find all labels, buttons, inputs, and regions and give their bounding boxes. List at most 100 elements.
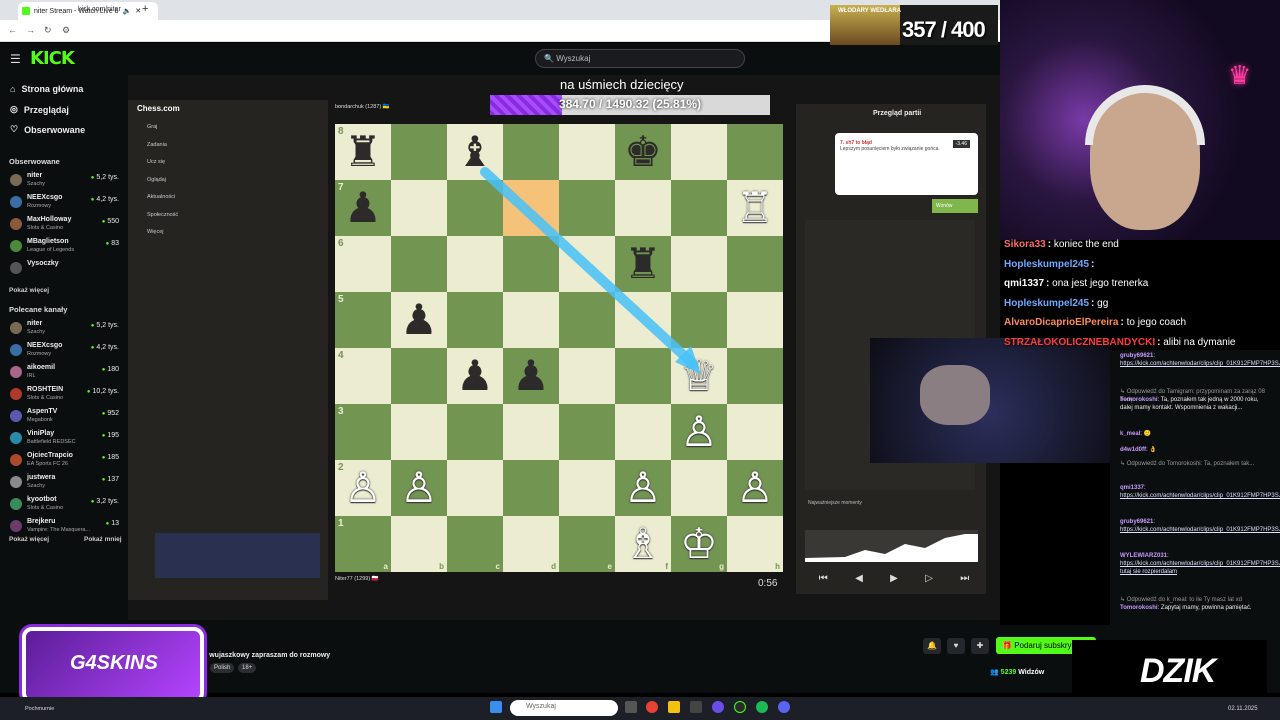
browser-icon[interactable] [712,701,724,713]
square-a3[interactable]: 3 [335,404,391,460]
square-e2[interactable] [559,460,615,516]
square-e7[interactable] [559,180,615,236]
black-piece[interactable]: ♚ [615,124,671,180]
square-c8[interactable]: ♝ [447,124,503,180]
white-piece[interactable]: ♙ [615,460,671,516]
square-c7[interactable] [447,180,503,236]
task-view-icon[interactable] [625,701,637,713]
square-e8[interactable] [559,124,615,180]
site-info-icon[interactable]: ⚙ [62,25,70,36]
black-piece[interactable]: ♜ [615,236,671,292]
square-d8[interactable] [503,124,559,180]
square-c5[interactable] [447,292,503,348]
square-b3[interactable] [391,404,447,460]
square-f7[interactable] [615,180,671,236]
chat-username[interactable]: qmi1337 [1120,485,1144,491]
square-f1[interactable]: f ♗ [615,516,671,572]
bell-icon[interactable]: 🔔 [923,638,941,654]
menu-icon[interactable]: ☰ [10,52,21,66]
search-input[interactable]: 🔍 Wyszukaj [535,49,745,68]
chat-username[interactable]: WYLEWIARZ031 [1120,553,1167,559]
chat-username[interactable]: k_meal [1120,431,1140,437]
square-a4[interactable]: 4 [335,348,391,404]
last-move-icon[interactable]: ⏭ [960,573,969,584]
chat-username[interactable]: Tomorokoshi [1120,397,1158,403]
square-a5[interactable]: 5 [335,292,391,348]
square-b1[interactable]: b [391,516,447,572]
obs-icon[interactable] [734,701,746,713]
gift-icon[interactable]: ✚ [971,638,989,654]
tab-close-icon[interactable]: ✕ [135,7,141,15]
square-f4[interactable] [615,348,671,404]
square-h7[interactable]: ♖ [727,180,783,236]
square-b4[interactable] [391,348,447,404]
windows-start-icon[interactable] [490,701,502,713]
explorer-icon[interactable] [668,701,680,713]
white-piece[interactable]: ♙ [671,404,727,460]
square-f8[interactable]: ♚ [615,124,671,180]
weather-widget[interactable]: Pochmurnie [25,706,54,712]
recommended-channel[interactable]: niter Szachy 5,2 tys. [8,319,123,339]
square-g3[interactable]: ♙ [671,404,727,460]
black-piece[interactable]: ♟ [503,348,559,404]
key-moments-label[interactable]: Najważniejsze momenty [808,500,862,506]
square-h6[interactable] [727,236,783,292]
url-field[interactable]: kick.com/niter [78,6,121,13]
tag-age[interactable]: 18+ [238,663,257,673]
chat-username[interactable]: d4w1d0ff [1120,447,1146,453]
play-icon[interactable]: ▶ [890,573,898,584]
spotify-icon[interactable] [756,701,768,713]
chess-menu-item[interactable]: Oglądaj [147,177,166,183]
black-piece[interactable]: ♟ [447,348,503,404]
black-piece[interactable]: ♜ [335,124,391,180]
square-g2[interactable] [671,460,727,516]
square-d2[interactable] [503,460,559,516]
square-c3[interactable] [447,404,503,460]
square-b5[interactable]: ♟ [391,292,447,348]
square-g8[interactable] [671,124,727,180]
chess-menu-item[interactable]: Społeczność [147,212,178,218]
recommended-channel[interactable]: aikoemil IRL 180 [8,363,123,383]
white-piece[interactable]: ♗ [615,516,671,572]
chess-menu-item[interactable]: Zadania [147,142,167,148]
black-piece[interactable]: ♟ [335,180,391,236]
show-more-recommended[interactable]: Pokaż więcej [9,536,49,543]
square-f2[interactable]: ♙ [615,460,671,516]
tag-language[interactable]: Polish [210,663,235,673]
square-g1[interactable]: g ♔ [671,516,727,572]
square-g4[interactable]: ♕ [671,348,727,404]
chat-link[interactable]: https://kick.com/achtenwlodar/clips/clip… [1120,527,1280,533]
square-a6[interactable]: 6 [335,236,391,292]
chess-board[interactable]: 8 ♜ ♝ ♚ 7 ♟ ♖ 6 ♜ 5 ♟ 4 ♟ ♟ ♕ 3 ♙ 2 ♙ ♙ ♙ ♙ 1 a b c d e f ♗ g ♔ h [335,124,783,572]
follow-heart-icon[interactable]: ♥ [947,638,965,654]
square-g5[interactable] [671,292,727,348]
square-e5[interactable] [559,292,615,348]
square-c6[interactable] [447,236,503,292]
black-piece[interactable]: ♟ [391,292,447,348]
chat-username[interactable]: gruby69621 [1120,353,1153,359]
chrome-icon[interactable] [646,701,658,713]
tab-audio-icon[interactable]: 🔈 [123,7,132,15]
show-more-followed[interactable]: Pokaż więcej [9,287,49,294]
recommended-channel[interactable]: OjciecTrapcio EA Sports FC 26 185 [8,451,123,471]
recommended-channel[interactable]: AspenTV Megabonk 952 [8,407,123,427]
square-g7[interactable] [671,180,727,236]
square-c4[interactable]: ♟ [447,348,503,404]
square-a1[interactable]: 1a [335,516,391,572]
chat-link[interactable]: https://kick.com/achtenwlodar/clips/clip… [1120,561,1280,575]
chess-menu-item[interactable]: Ucz się [147,159,165,165]
square-e3[interactable] [559,404,615,460]
square-e6[interactable] [559,236,615,292]
square-h8[interactable] [727,124,783,180]
chat-username[interactable]: Tomorokoshi [1120,605,1158,611]
recommended-channel[interactable]: kyootbot Slots & Casino 3,2 tys. [8,495,123,515]
square-c1[interactable]: c [447,516,503,572]
first-move-icon[interactable]: ⏮ [819,573,828,584]
followed-channel[interactable]: NEEXcsgo Rozmowy 4,2 tys. [8,193,123,213]
square-b6[interactable] [391,236,447,292]
square-h2[interactable]: ♙ [727,460,783,516]
square-h1[interactable]: h [727,516,783,572]
reload-icon[interactable]: ↻ [44,25,52,36]
square-a7[interactable]: 7 ♟ [335,180,391,236]
chat-link[interactable]: https://kick.com/achtenwlodar/clips/clip… [1120,361,1280,367]
